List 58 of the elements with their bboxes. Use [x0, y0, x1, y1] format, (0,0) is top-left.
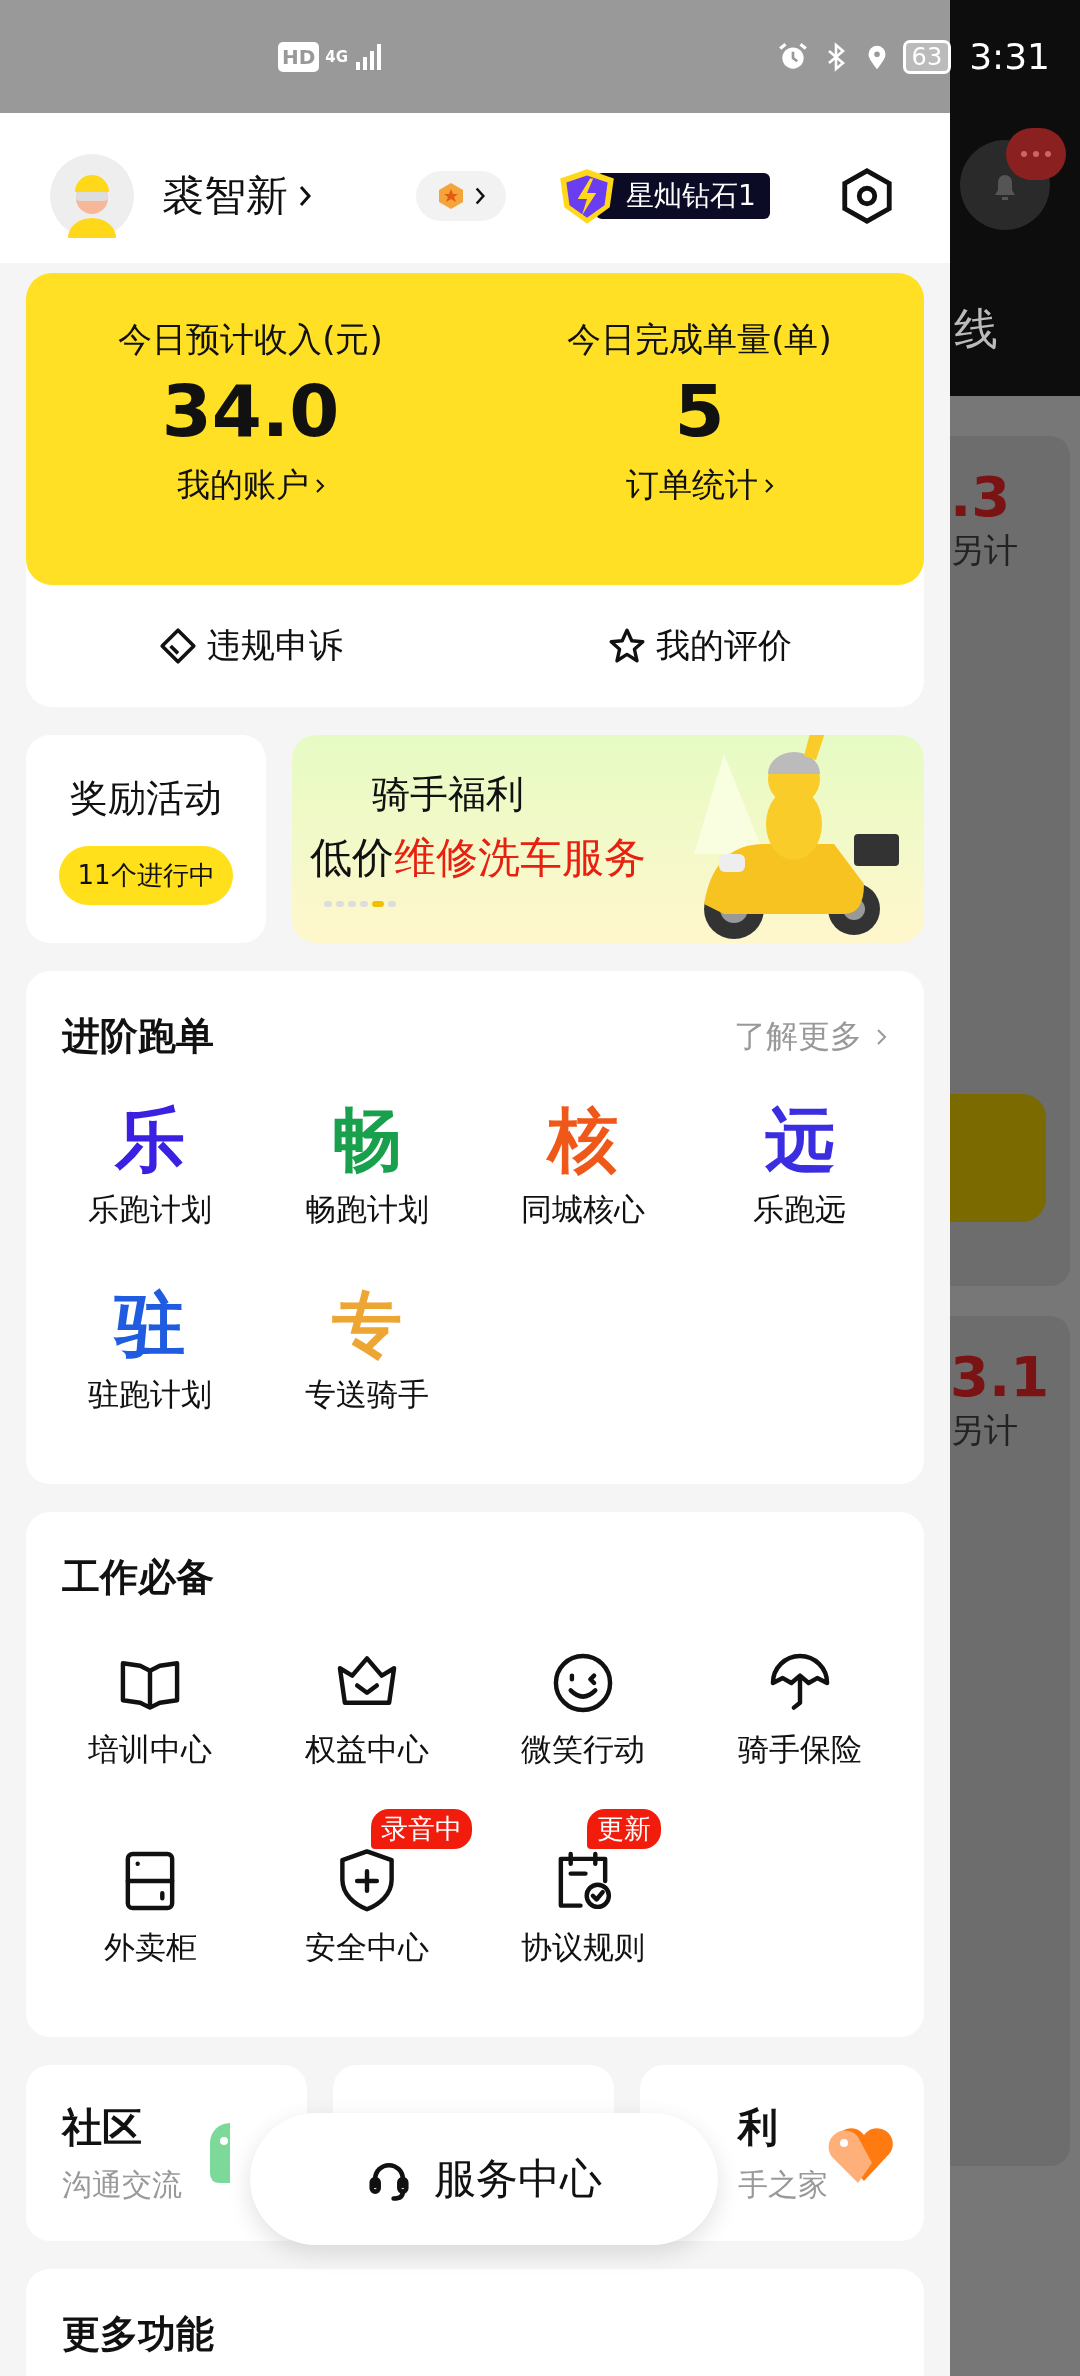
reward-title: 奖励活动: [70, 775, 222, 822]
tool-label[interactable]: 骑手保险: [737, 1729, 862, 1771]
stat-link[interactable]: 我的账户: [176, 463, 325, 508]
program-item[interactable]: 专 专送骑手: [258, 1287, 475, 1416]
battery-indicator: 63: [902, 39, 952, 74]
program-item[interactable]: 乐 乐跑计划: [42, 1102, 259, 1231]
amount-text: 3.1: [950, 1346, 1051, 1408]
diamond-icon: [158, 627, 197, 665]
tool-label[interactable]: 外卖柜: [103, 1927, 197, 1969]
note-text: 另计: [950, 528, 1019, 572]
star-icon: [607, 627, 646, 665]
card-subtitle: 沟通交流: [62, 2166, 182, 2204]
stat-value: 34.0: [161, 369, 340, 453]
status-badge: 更新: [587, 1809, 662, 1849]
count-badge: 11个进行中: [59, 846, 233, 905]
stat-value: 5: [674, 369, 725, 453]
section-title: 进阶跑单: [62, 1013, 214, 1060]
program-item[interactable]: 畅 畅跑计划: [258, 1102, 475, 1231]
clock-time: 3:31: [969, 36, 1050, 77]
promo-banner[interactable]: 骑手福利 低价维修洗车服务: [292, 735, 924, 943]
chevron-icon: [474, 186, 486, 206]
tool-label[interactable]: 权益中心: [304, 1729, 429, 1771]
tool-label[interactable]: 微笑行动: [521, 1729, 646, 1771]
tool-label[interactable]: 安全中心: [304, 1927, 429, 1969]
action-link[interactable]: 违规申诉: [26, 585, 475, 707]
service-center-button[interactable]: 服务中心: [250, 2113, 718, 2245]
amount-text: .3: [950, 466, 1012, 528]
card-title: 社区: [62, 2103, 143, 2152]
banner-subtitle: 低价维修洗车服务: [310, 832, 646, 884]
chevron-icon: [314, 476, 325, 495]
medal-icon: [436, 181, 466, 211]
action-link[interactable]: 我的评价: [475, 585, 924, 707]
program-item[interactable]: 远 乐跑远: [691, 1102, 908, 1231]
more-icon[interactable]: [1006, 128, 1066, 180]
banner-title: 骑手福利: [372, 771, 524, 818]
network-label: 4G: [325, 47, 349, 66]
chevron-icon: [876, 1026, 888, 1047]
status-badge: 录音中: [370, 1809, 472, 1849]
card-title: 利: [738, 2103, 779, 2152]
header-text: 线: [954, 302, 998, 356]
hd-label: HD: [278, 41, 320, 72]
medal-button[interactable]: [416, 171, 506, 221]
section-title: 更多功能: [62, 2312, 214, 2356]
chevron-icon: [298, 184, 312, 208]
stat-label: 今日预计收入(元): [118, 318, 383, 361]
chevron-icon: [763, 476, 774, 495]
user-name[interactable]: 裘智新: [162, 168, 288, 224]
tool-label[interactable]: 协议规则: [521, 1927, 646, 1969]
reward-card[interactable]: 奖励活动 11个进行中: [26, 735, 266, 943]
stat-label: 今日完成单量(单): [567, 318, 832, 361]
program-item[interactable]: 核 同城核心: [475, 1102, 692, 1231]
card-subtitle: 手之家: [738, 2166, 828, 2204]
stat-link[interactable]: 订单统计: [625, 463, 774, 508]
note-text: 另计: [950, 1408, 1019, 1452]
program-item[interactable]: 驻 驻跑计划: [42, 1287, 259, 1416]
section-title: 工作必备: [62, 1554, 214, 1601]
chat-icon: [210, 2123, 230, 2183]
tool-label[interactable]: 培训中心: [88, 1729, 213, 1771]
